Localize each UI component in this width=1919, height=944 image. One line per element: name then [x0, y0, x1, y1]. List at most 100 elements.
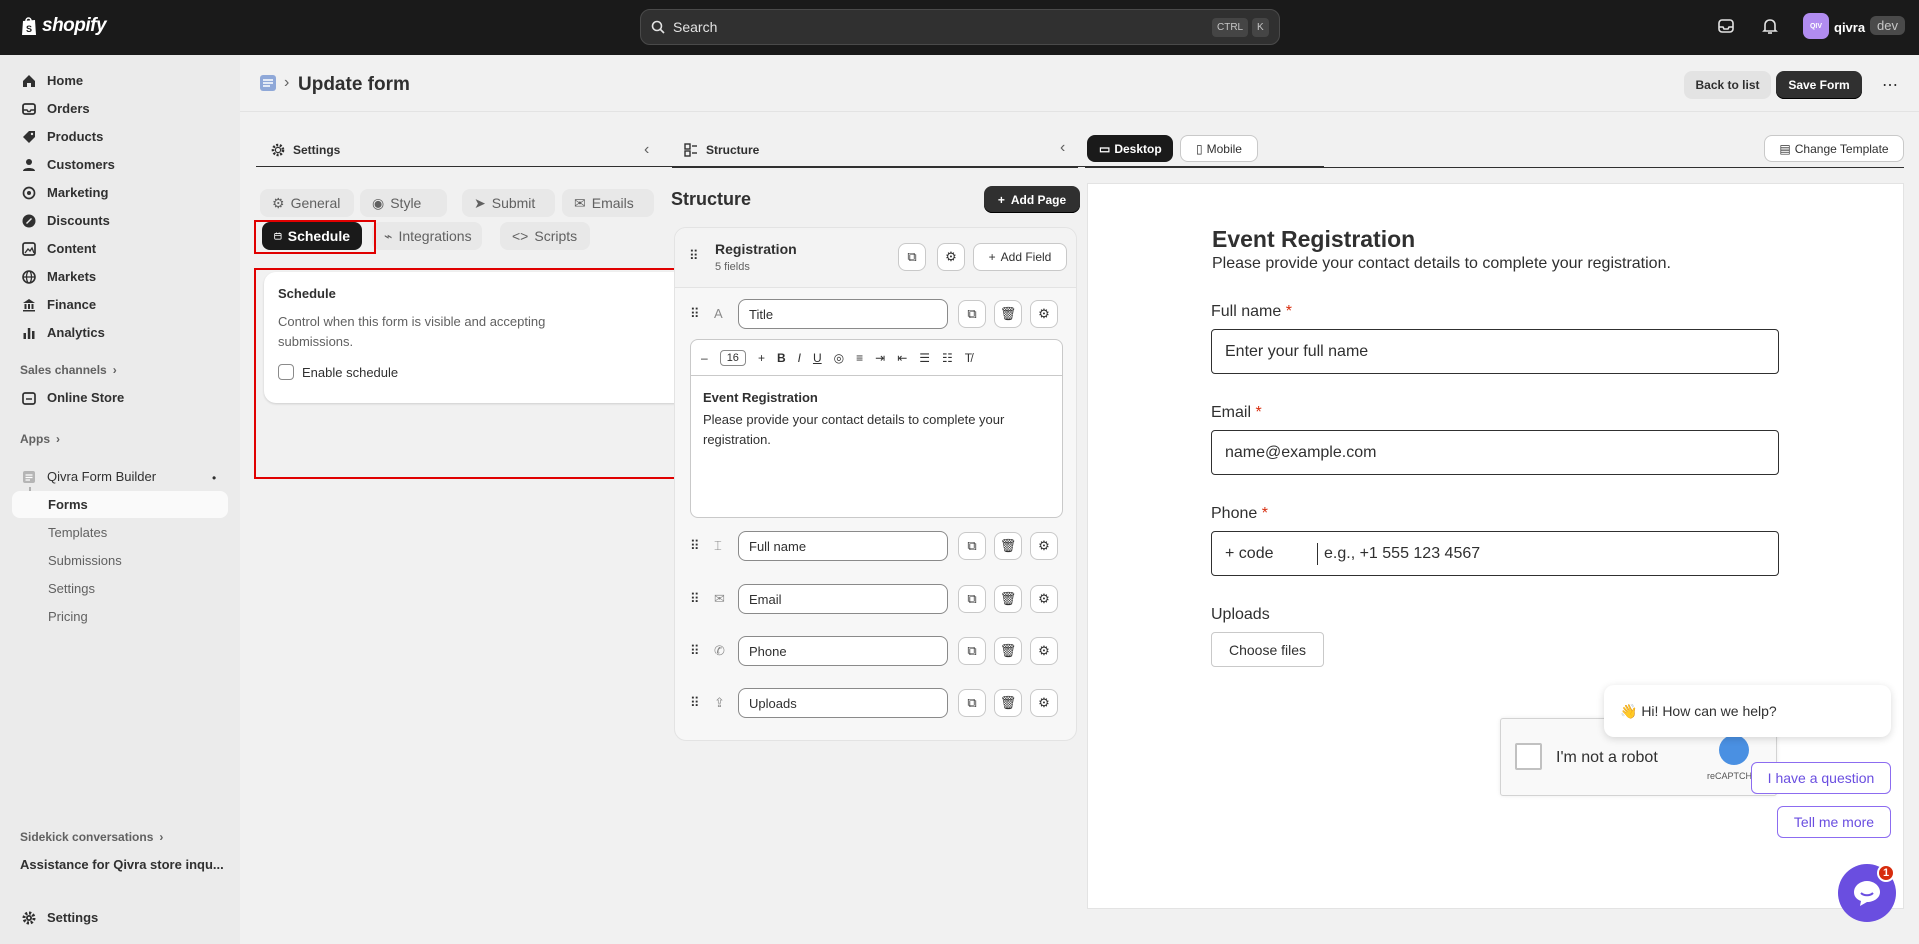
sidebar-item-products[interactable]: Products [12, 123, 228, 150]
color-icon[interactable]: ◎ [834, 351, 844, 365]
delete-field-button[interactable]: 🗑 [994, 689, 1022, 717]
phone-number-input[interactable]: e.g., +1 555 123 4567 [1318, 545, 1480, 563]
apps-header[interactable]: Apps › [20, 432, 60, 446]
sidebar-sub-pricing[interactable]: Pricing [12, 603, 228, 630]
delete-field-button[interactable]: 🗑 [994, 637, 1022, 665]
save-form-button[interactable]: Save Form [1776, 71, 1862, 99]
search-bar[interactable]: Search CTRL K [640, 9, 1280, 45]
field-label-input[interactable]: Email [738, 584, 948, 614]
drag-handle-icon[interactable]: ⠿ [690, 591, 700, 607]
sidebar-item-customers[interactable]: Customers [12, 151, 228, 178]
underline-icon[interactable]: U [813, 351, 822, 365]
delete-field-button[interactable]: 🗑 [994, 532, 1022, 560]
avatar[interactable]: QIV [1803, 13, 1829, 39]
choose-files-button[interactable]: Choose files [1211, 632, 1324, 667]
email-input[interactable]: name@example.com [1211, 430, 1779, 475]
collapse-structure-icon[interactable]: ‹ [1060, 139, 1065, 157]
sidebar-sub-forms[interactable]: Forms [12, 491, 228, 518]
recaptcha-checkbox[interactable] [1515, 743, 1542, 770]
bell-icon[interactable] [1762, 18, 1778, 35]
sidebar-item-analytics[interactable]: Analytics [12, 319, 228, 346]
delete-field-button[interactable]: 🗑 [994, 585, 1022, 613]
drag-handle-icon[interactable]: ⠿ [690, 643, 700, 659]
chat-option-question[interactable]: I have a question [1751, 762, 1891, 794]
outdent-icon[interactable]: ⇤ [897, 351, 907, 365]
field-settings-button[interactable]: ⚙ [1030, 532, 1058, 560]
delete-field-button[interactable]: 🗑 [994, 300, 1022, 328]
numbered-list-icon[interactable]: ☷ [942, 351, 953, 365]
field-label-input[interactable]: Uploads [738, 688, 948, 718]
field-label-input[interactable]: Full name [738, 531, 948, 561]
mobile-toggle[interactable]: ▯ Mobile [1180, 135, 1258, 162]
align-icon[interactable]: ≡ [856, 351, 863, 365]
field-settings-button[interactable]: ⚙ [1030, 585, 1058, 613]
collapse-settings-icon[interactable]: ‹ [644, 141, 649, 159]
sidebar-item-orders[interactable]: Orders [12, 95, 228, 122]
drag-handle-icon[interactable]: ⠿ [690, 695, 700, 711]
pin-dot-icon[interactable]: • [212, 471, 216, 485]
sidebar-sub-templates[interactable]: Templates [12, 519, 228, 546]
sidebar-item-markets[interactable]: Markets [12, 263, 228, 290]
drag-handle-icon[interactable]: ⠿ [690, 306, 700, 322]
duplicate-field-button[interactable]: ⧉ [958, 585, 986, 613]
field-settings-button[interactable]: ⚙ [1030, 637, 1058, 665]
tab-emails[interactable]: ✉ Emails [562, 189, 654, 217]
field-label-input[interactable]: Phone [738, 636, 948, 666]
field-settings-button[interactable]: ⚙ [1030, 689, 1058, 717]
store-name[interactable]: qivra [1834, 20, 1865, 35]
sidekick-header[interactable]: Sidekick conversations › [20, 830, 163, 844]
sidebar-item-content[interactable]: Content [12, 235, 228, 262]
sidebar-item-settings[interactable]: Settings [12, 904, 228, 931]
duplicate-field-button[interactable]: ⧉ [958, 637, 986, 665]
sidebar-item-app[interactable]: Qivra Form Builder [12, 463, 228, 490]
desktop-toggle[interactable]: ▭ Desktop [1087, 135, 1173, 162]
drag-handle-icon[interactable]: ⠿ [690, 538, 700, 554]
sidebar-item-finance[interactable]: Finance [12, 291, 228, 318]
sidebar-sub-settings[interactable]: Settings [12, 575, 228, 602]
clear-format-icon[interactable]: T̸ [965, 351, 972, 365]
font-size-input[interactable]: 16 [719, 349, 746, 366]
drag-handle-icon[interactable]: ⠿ [689, 248, 699, 264]
tab-scripts[interactable]: <> Scripts [500, 222, 590, 250]
add-page-button[interactable]: + Add Page [984, 186, 1080, 213]
tab-style[interactable]: ◉ Style [360, 189, 447, 217]
fullname-input[interactable]: Enter your full name [1211, 329, 1779, 374]
field-settings-button[interactable]: ⚙ [1030, 300, 1058, 328]
required-asterisk: * [1255, 404, 1262, 421]
duplicate-field-button[interactable]: ⧉ [958, 532, 986, 560]
back-to-list-button[interactable]: Back to list [1684, 71, 1771, 99]
field-label-input[interactable]: Title [738, 299, 948, 329]
sales-channels-header[interactable]: Sales channels › [20, 363, 117, 377]
tab-submit[interactable]: ➤ Submit [462, 189, 555, 217]
tab-general[interactable]: ⚙ General [260, 189, 354, 217]
chat-greeting[interactable]: 👋 Hi! How can we help? [1604, 685, 1891, 737]
duplicate-field-button[interactable]: ⧉ [958, 689, 986, 717]
duplicate-page-button[interactable]: ⧉ [898, 243, 926, 271]
change-template-button[interactable]: ▤ Change Template [1764, 135, 1904, 162]
tab-integrations[interactable]: ⌁ Integrations [372, 222, 482, 250]
more-actions-icon[interactable]: ⋯ [1876, 71, 1904, 99]
bullet-list-icon[interactable]: ☰ [919, 351, 930, 365]
increase-font-icon[interactable]: + [758, 351, 765, 365]
sidebar-item-discounts[interactable]: Discounts [12, 207, 228, 234]
sidekick-conversation[interactable]: Assistance for Qivra store inqu... [20, 857, 224, 872]
chat-option-more[interactable]: Tell me more [1777, 806, 1891, 838]
decrease-font-icon[interactable]: – [701, 351, 708, 365]
sidebar-item-home[interactable]: Home [12, 67, 228, 94]
sidebar-item-marketing[interactable]: Marketing [12, 179, 228, 206]
page-settings-button[interactable]: ⚙ [937, 243, 965, 271]
phone-code-select[interactable]: + code [1212, 542, 1318, 565]
sales-channels-label: Sales channels [20, 363, 107, 377]
indent-icon[interactable]: ⇥ [875, 351, 885, 365]
rich-text-editor[interactable]: – 16 + B I U ◎ ≡ ⇥ ⇤ ☰ ☷ T̸ Event Regist… [690, 339, 1063, 518]
phone-input[interactable]: + code e.g., +1 555 123 4567 [1211, 531, 1779, 576]
italic-icon[interactable]: I [798, 351, 801, 365]
sidebar-sub-submissions[interactable]: Submissions [12, 547, 228, 574]
add-field-button[interactable]: + Add Field [973, 243, 1067, 271]
shopify-logo[interactable]: S shopify [20, 15, 107, 37]
inbox-icon[interactable] [1717, 18, 1735, 34]
app-icon[interactable] [259, 74, 277, 92]
bold-icon[interactable]: B [777, 351, 786, 365]
sidebar-item-online-store[interactable]: Online Store [12, 384, 228, 411]
duplicate-field-button[interactable]: ⧉ [958, 300, 986, 328]
